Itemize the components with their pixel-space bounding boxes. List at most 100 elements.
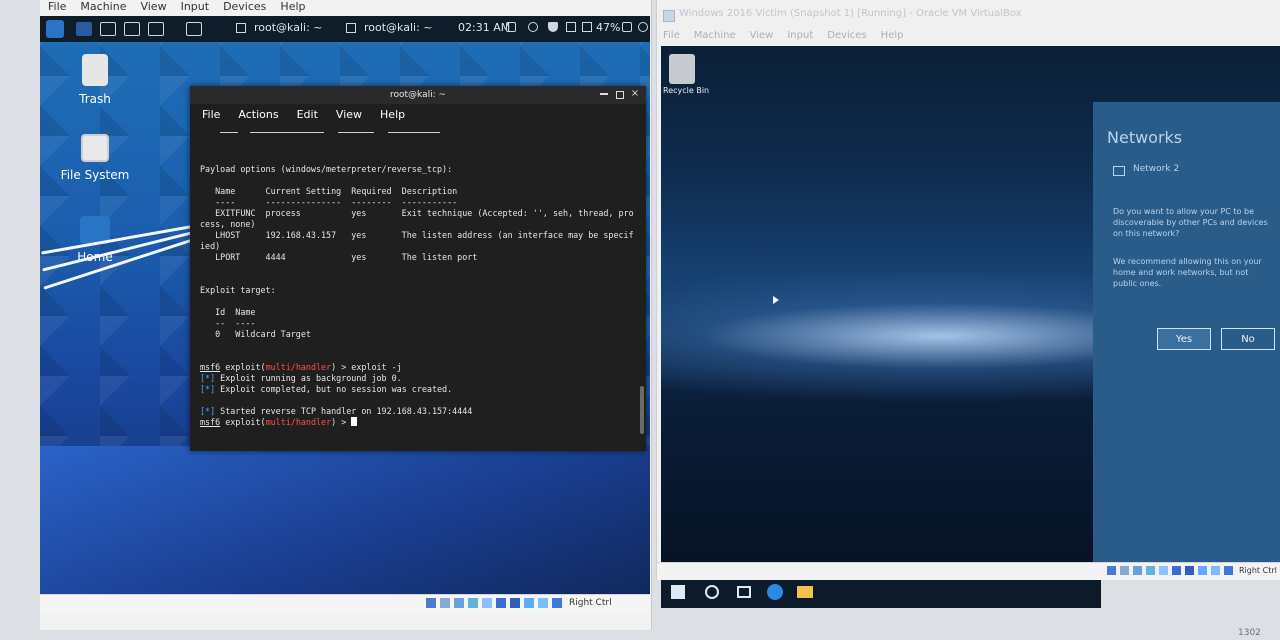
task-view-icon[interactable] (737, 586, 751, 598)
networks-title: Networks (1107, 128, 1183, 147)
windows-taskbar (661, 576, 1101, 608)
internet-explorer-icon[interactable] (767, 584, 783, 600)
networks-yes-button[interactable]: Yes (1157, 328, 1211, 350)
info-line-3-marker: [*] (200, 406, 216, 416)
show-desktop-icon[interactable] (186, 22, 202, 36)
optical-drive-icon[interactable] (440, 598, 450, 608)
virtualbox-app-icon (663, 10, 675, 22)
file-explorer-icon[interactable] (797, 586, 813, 598)
clock-time: 02:31 AM (458, 21, 511, 34)
left-virtualbox-window: File Machine View Input Devices Help roo… (40, 0, 652, 630)
storage-icon[interactable] (1107, 566, 1116, 575)
network-adapter-icon[interactable] (468, 598, 478, 608)
terminal-window[interactable]: root@kali: ~ × File Actions Edit View He… (190, 86, 646, 451)
left-menu-help[interactable]: Help (280, 0, 305, 16)
networks-no-button[interactable]: No (1221, 328, 1275, 350)
terminal-menu-help[interactable]: Help (380, 104, 405, 126)
left-menu-devices[interactable]: Devices (223, 0, 266, 16)
lock-icon[interactable] (622, 22, 632, 32)
mouse-pointer-icon (773, 296, 779, 304)
right-menu-devices[interactable]: Devices (827, 30, 866, 44)
taskbar-task-2-label: root@kali: ~ (364, 21, 433, 34)
taskbar-task-1[interactable]: root@kali: ~ (236, 21, 323, 34)
usb-icon[interactable] (1159, 566, 1168, 575)
right-menu-machine[interactable]: Machine (694, 30, 736, 44)
info-line-1: [*] Exploit running as background job 0. (200, 373, 402, 383)
workspace-1-icon[interactable] (76, 22, 92, 36)
left-menu-input[interactable]: Input (181, 0, 209, 16)
left-vbox-statusbar: Right Ctrl (40, 594, 650, 612)
recording-icon[interactable] (1198, 566, 1207, 575)
left-vbox-status-icons: Right Ctrl (426, 598, 612, 608)
network-icon[interactable] (528, 22, 538, 32)
terminal-scrollbar[interactable] (640, 386, 644, 434)
terminal-menu-view[interactable]: View (336, 104, 362, 126)
display-icon[interactable] (510, 598, 520, 608)
minimize-icon[interactable] (600, 93, 608, 95)
terminal-output[interactable]: Payload options (windows/meterpreter/rev… (200, 164, 636, 428)
left-menu-file[interactable]: File (48, 0, 66, 16)
volume-icon[interactable] (566, 22, 576, 32)
maximize-icon[interactable] (616, 91, 624, 99)
shared-folders-icon[interactable] (496, 598, 506, 608)
mouse-integration-icon[interactable] (1224, 566, 1233, 575)
shared-folders-icon[interactable] (1172, 566, 1181, 575)
msf-prompt-2-module: multi/handler (265, 417, 332, 427)
mouse-integration-icon[interactable] (552, 598, 562, 608)
taskbar-task-2[interactable]: root@kali: ~ (346, 21, 433, 34)
desktop-icon-trash-label: Trash (79, 92, 111, 106)
power-icon[interactable] (638, 22, 648, 32)
terminal-menu-edit[interactable]: Edit (297, 104, 318, 126)
right-virtualbox-window: Windows 2016 Victim (Snapshot 1) [Runnin… (656, 0, 1280, 608)
cpu-icon[interactable] (538, 598, 548, 608)
desktop-icon-file-system[interactable]: File System (50, 134, 140, 182)
audio-icon[interactable] (454, 598, 464, 608)
host-key-label: Right Ctrl (1239, 566, 1277, 575)
info-line-3-text: Started reverse TCP handler on 192.168.4… (215, 406, 473, 416)
battery-icon[interactable] (582, 22, 592, 32)
cpu-icon[interactable] (1211, 566, 1220, 575)
exploit-target-heading: Exploit target: (200, 285, 276, 295)
payload-options-line: Payload options (windows/meterpreter/rev… (200, 164, 453, 174)
left-menu-view[interactable]: View (140, 0, 166, 16)
msf-prompt-2[interactable]: msf6 exploit(multi/handler) > (200, 417, 358, 427)
terminal-menubar: File Actions Edit View Help (190, 104, 646, 126)
msf-prompt-1: msf6 exploit(multi/handler) > exploit -j (200, 362, 402, 372)
usb-icon[interactable] (482, 598, 492, 608)
msf-prompt-2-msf6: msf6 (200, 417, 221, 427)
close-icon[interactable]: × (630, 89, 640, 99)
terminal-menu-actions[interactable]: Actions (238, 104, 278, 126)
recycle-bin-icon[interactable] (669, 54, 695, 84)
storage-icon[interactable] (426, 598, 436, 608)
host-taskbar-clock: 1302 (1238, 628, 1261, 638)
discoverable-question: Do you want to allow your PC to be disco… (1113, 207, 1268, 238)
audio-icon[interactable] (1133, 566, 1142, 575)
host-key-label: Right Ctrl (569, 598, 612, 608)
terminal-menu-file[interactable]: File (202, 104, 220, 126)
right-menu-view[interactable]: View (750, 30, 774, 44)
text-cursor (351, 417, 358, 426)
left-menu-machine[interactable]: Machine (80, 0, 126, 16)
terminal-title: root@kali: ~ (389, 90, 447, 100)
file-manager-icon[interactable] (100, 22, 116, 36)
terminal-launcher-icon[interactable] (124, 22, 140, 36)
network-name: Network 2 (1133, 164, 1180, 174)
right-menu-help[interactable]: Help (881, 30, 904, 44)
windows-start-icon[interactable] (671, 585, 685, 599)
browser-launcher-icon[interactable] (148, 22, 164, 36)
screen-icon[interactable] (506, 22, 516, 32)
right-menu-file[interactable]: File (663, 30, 680, 44)
kali-menu-icon[interactable] (46, 20, 64, 38)
bell-icon[interactable] (548, 22, 558, 32)
search-icon[interactable] (705, 585, 719, 599)
network-adapter-icon[interactable] (1146, 566, 1155, 575)
msf-prompt-1-command: ) > exploit -j (331, 362, 402, 372)
recording-icon[interactable] (524, 598, 534, 608)
optical-drive-icon[interactable] (1120, 566, 1129, 575)
desktop-icon-trash[interactable]: Trash (50, 54, 140, 106)
clock[interactable]: 02:31 AM (458, 21, 510, 34)
exploit-target-underline: -- ---- (200, 318, 256, 328)
right-menu-input[interactable]: Input (787, 30, 813, 44)
terminal-titlebar[interactable]: root@kali: ~ × (190, 86, 646, 104)
display-icon[interactable] (1185, 566, 1194, 575)
